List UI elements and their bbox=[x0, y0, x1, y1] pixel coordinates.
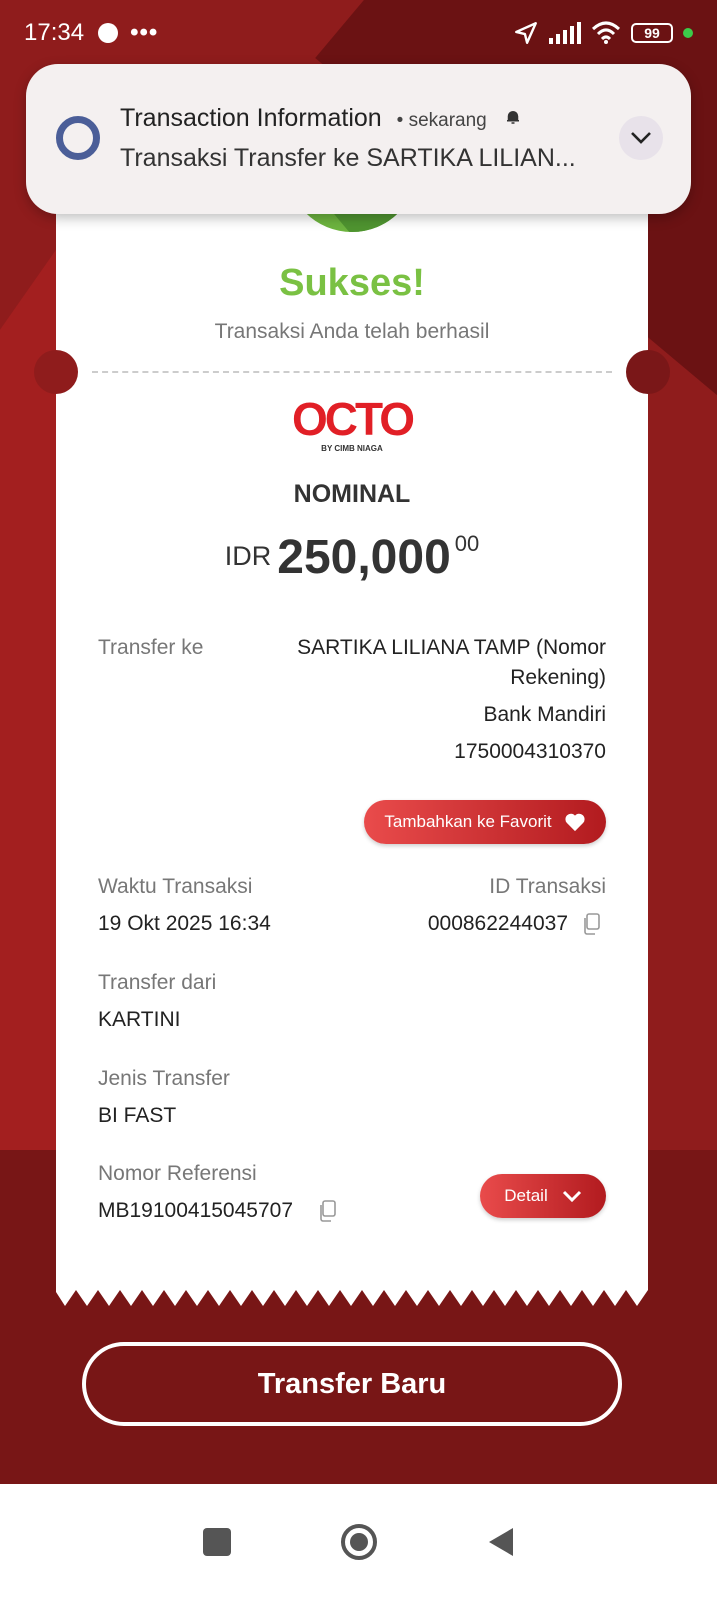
amount: IDR 250,000 00 bbox=[56, 530, 648, 585]
transfer-from-label: Transfer dari bbox=[98, 971, 217, 994]
notification-dot-icon bbox=[98, 23, 119, 43]
recipient-bank: Bank Mandiri bbox=[483, 703, 606, 726]
transaction-time-value: 19 Okt 2025 16:34 bbox=[98, 912, 271, 935]
wifi-icon bbox=[591, 21, 621, 44]
status-time: 17:34 bbox=[24, 19, 85, 46]
transfer-type-label: Jenis Transfer bbox=[98, 1067, 230, 1090]
transaction-id-value: 000862244037 bbox=[427, 912, 568, 935]
status-subtitle: Transaksi Anda telah berhasil bbox=[214, 320, 490, 343]
bell-icon bbox=[506, 111, 519, 124]
notification-card[interactable]: Transaction Information • sekarang Trans… bbox=[26, 64, 691, 214]
divider bbox=[92, 371, 612, 373]
detail-label: Detail bbox=[504, 1186, 548, 1205]
recipient-account-number: 1750004310370 bbox=[454, 740, 606, 763]
recipient-name-line2: Rekening) bbox=[510, 666, 606, 689]
octo-logo: OCTO BY CIMB NIAGA bbox=[291, 393, 415, 453]
chevron-down-icon bbox=[631, 132, 651, 144]
detail-button[interactable]: Detail bbox=[480, 1174, 606, 1218]
copy-id-icon[interactable] bbox=[582, 913, 600, 935]
ticket-notch-right bbox=[626, 350, 670, 394]
add-favorite-button[interactable]: Tambahkan ke Favorit bbox=[364, 800, 606, 844]
location-icon bbox=[515, 22, 537, 44]
system-nav-bar bbox=[0, 1484, 717, 1600]
reference-number-label: Nomor Referensi bbox=[98, 1162, 257, 1185]
notification-time: • sekarang bbox=[396, 110, 487, 131]
transfer-to-label: Transfer ke bbox=[98, 636, 204, 659]
notification-title: Transaction Information bbox=[120, 104, 382, 132]
ticket-notch-left bbox=[34, 350, 78, 394]
receipt-zigzag-edge bbox=[56, 1288, 648, 1306]
receipt-card: Sukses! Transaksi Anda telah berhasil OC… bbox=[34, 100, 670, 1290]
back-button[interactable] bbox=[487, 1526, 515, 1558]
status-bar: 17:34 ••• 99 bbox=[0, 0, 717, 66]
recent-apps-button[interactable] bbox=[202, 1528, 231, 1556]
expand-notification-button[interactable] bbox=[619, 116, 663, 160]
transfer-from-value: KARTINI bbox=[98, 1008, 181, 1031]
app-notification-icon bbox=[56, 116, 100, 160]
nominal-label: NOMINAL bbox=[293, 480, 411, 508]
amount-value: 250,000 bbox=[277, 531, 451, 584]
transaction-id-label: ID Transaksi bbox=[489, 875, 606, 898]
currency: IDR bbox=[224, 541, 272, 571]
home-button[interactable] bbox=[340, 1524, 377, 1560]
amount-decimal: 00 bbox=[454, 531, 480, 556]
heart-icon bbox=[565, 813, 585, 832]
home-icon bbox=[349, 1533, 368, 1551]
recipient-name-line1: SARTIKA LILIANA TAMP (Nomor bbox=[297, 636, 606, 659]
transaction-time-label: Waktu Transaksi bbox=[98, 875, 253, 898]
new-transfer-button[interactable]: Transfer Baru bbox=[82, 1342, 622, 1426]
chevron-down-icon bbox=[562, 1190, 581, 1202]
reference-number-value: MB19100415045707 bbox=[98, 1199, 294, 1222]
battery-icon: 99 bbox=[631, 23, 673, 43]
add-favorite-label: Tambahkan ke Favorit bbox=[384, 812, 552, 831]
more-icon: ••• bbox=[130, 19, 159, 46]
privacy-indicator-icon bbox=[683, 28, 693, 38]
notification-body: Transaksi Transfer ke SARTIKA LILIAN... bbox=[120, 144, 576, 172]
status-title: Sukses! bbox=[279, 262, 425, 304]
signal-icon bbox=[549, 22, 581, 44]
copy-reference-icon[interactable] bbox=[318, 1200, 336, 1222]
transfer-type-value: BI FAST bbox=[98, 1104, 177, 1127]
